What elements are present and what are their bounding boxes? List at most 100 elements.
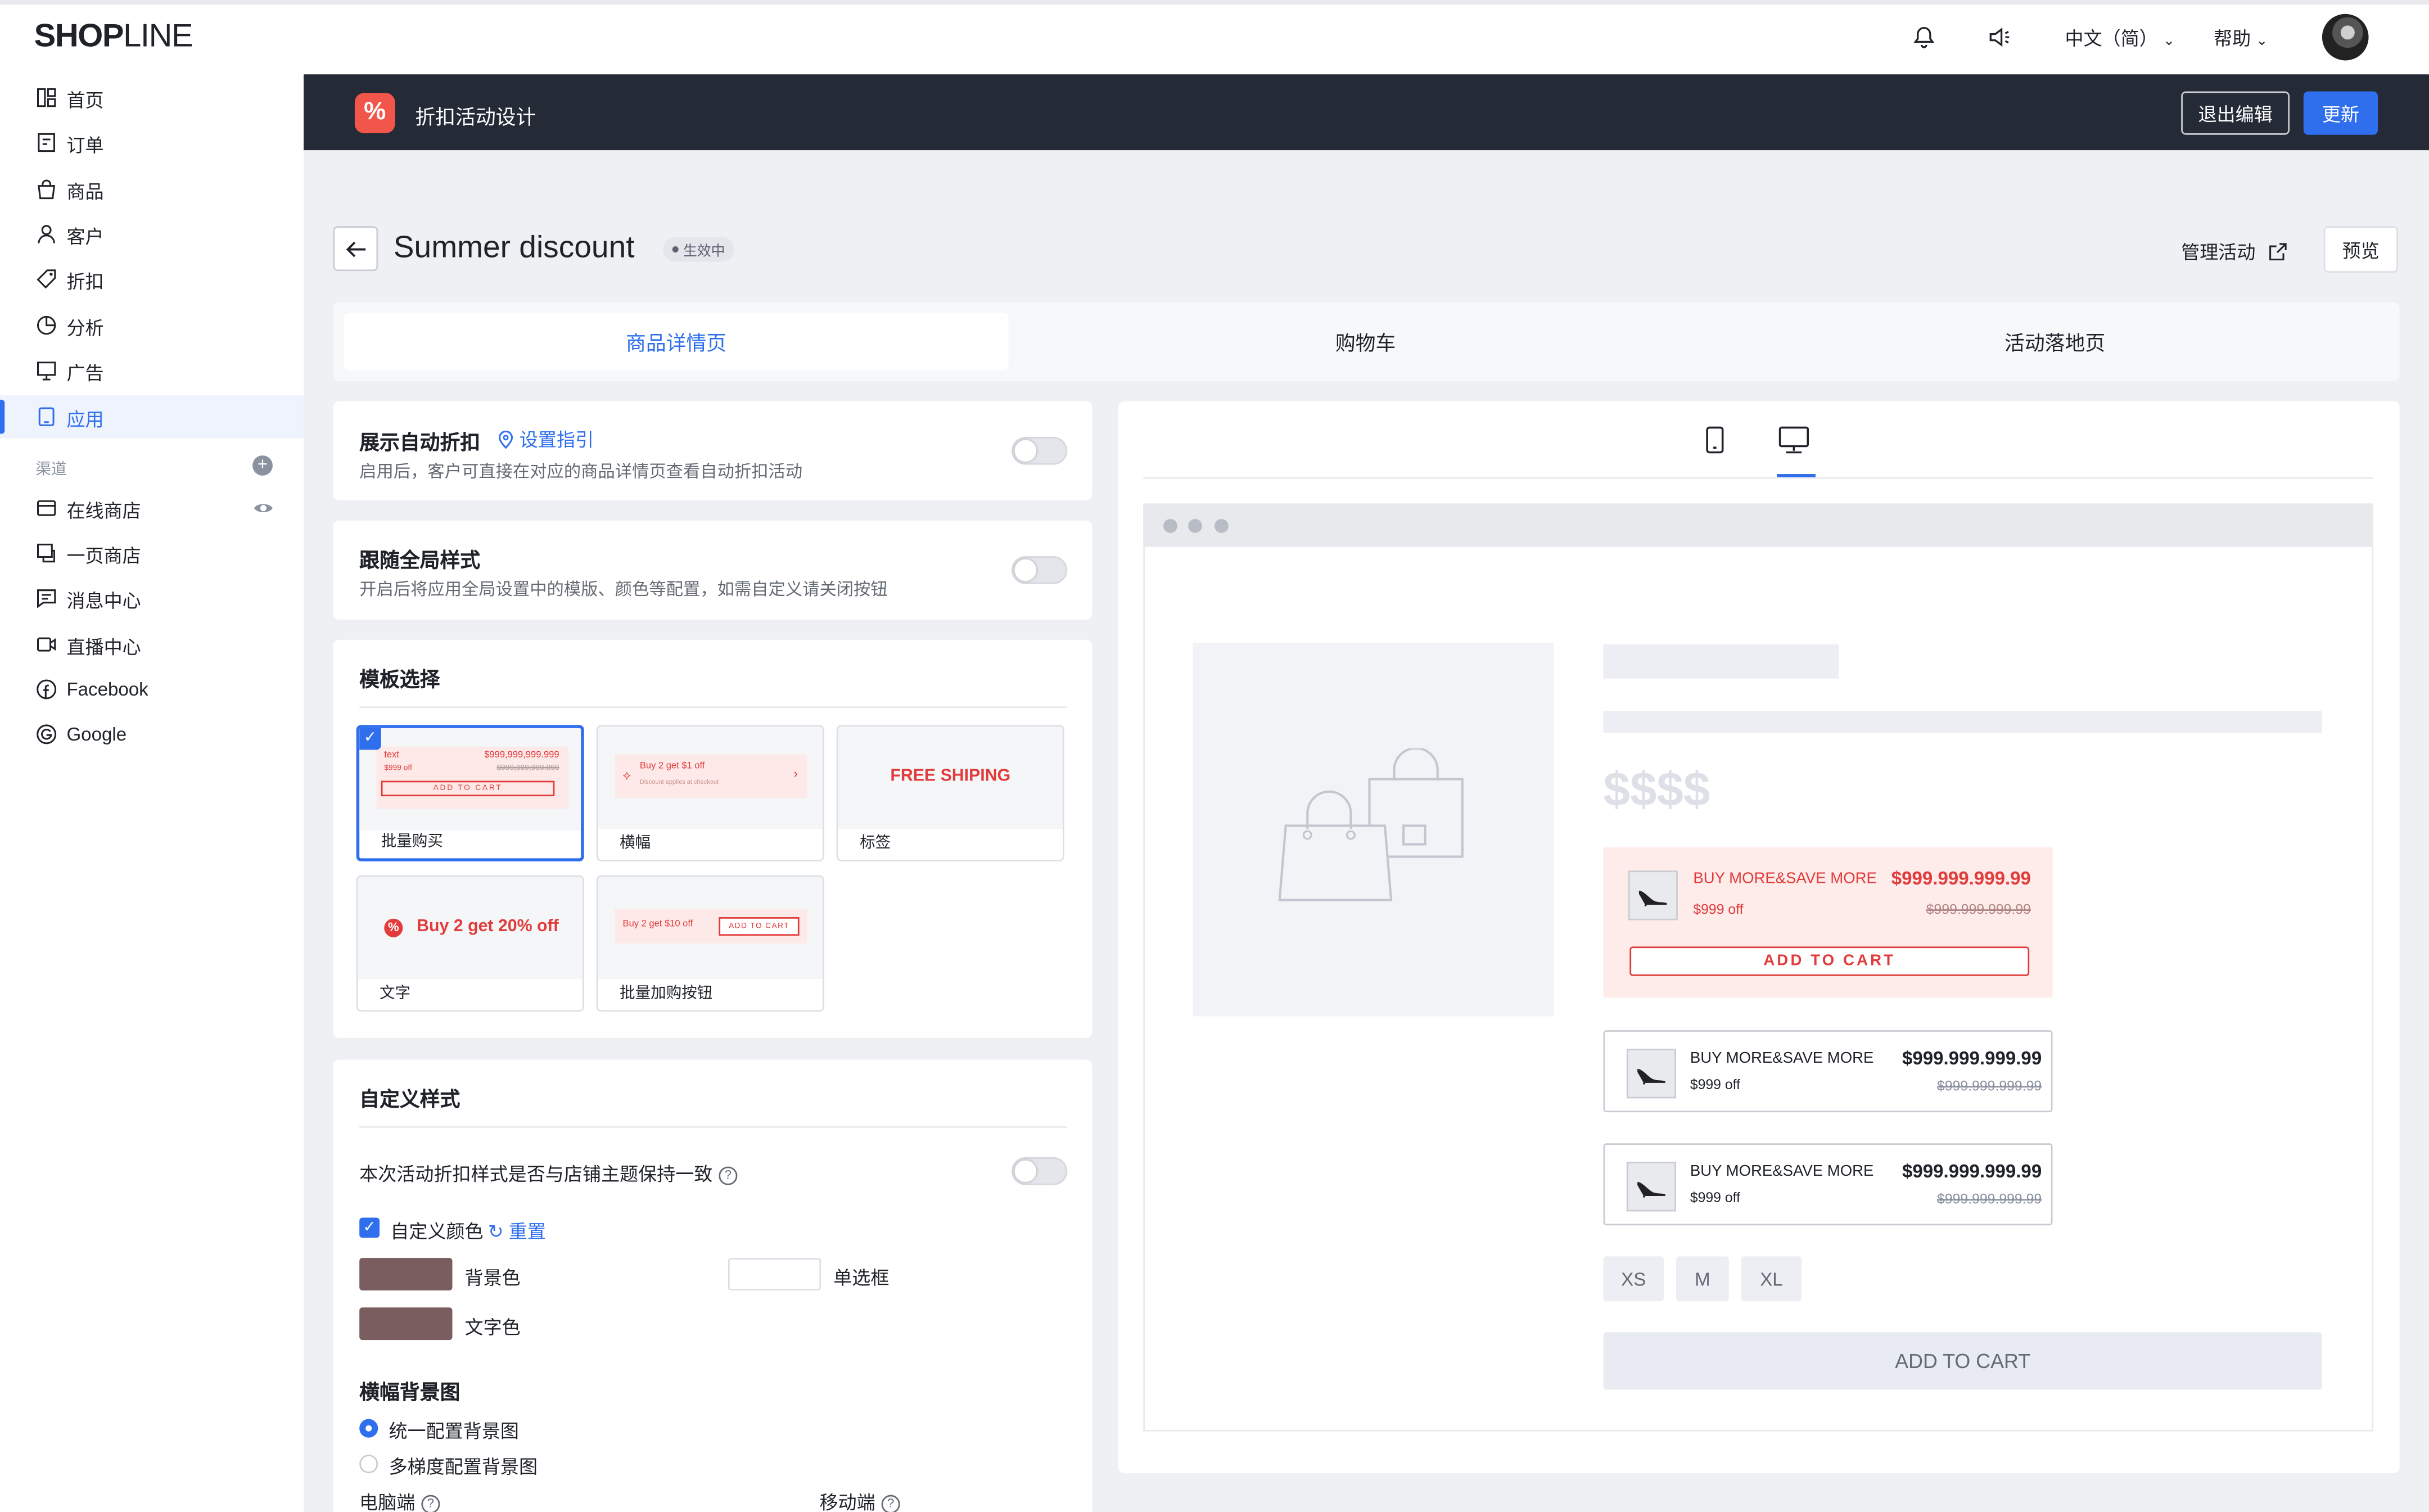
mini-chevron-right-icon: › <box>793 766 798 781</box>
theme-consistency-toggle[interactable] <box>1012 1157 1068 1185</box>
custom-style-card: 自定义样式 本次活动折扣样式是否与店铺主题保持一致? ✓ 自定义颜色 ↻ 重置 … <box>333 1059 1092 1512</box>
sidebar-item-one-page-store[interactable]: 一页商店 <box>0 531 304 575</box>
checkmark-icon: ✓ <box>359 728 381 750</box>
highlight-offer[interactable]: BUY MORE&SAVE MORE $999.999.999.99 $999 … <box>1603 847 2053 998</box>
offer-add-to-cart-button[interactable]: ADD TO CART <box>1629 946 2030 976</box>
refresh-icon: ↻ <box>487 1221 504 1243</box>
sidebar-item-live-center[interactable]: 直播中心 <box>0 623 304 666</box>
auto-discount-toggle[interactable] <box>1012 436 1068 465</box>
sidebar-item-label: 客户 <box>66 226 104 248</box>
sidebar-item-ads[interactable]: 广告 <box>0 349 304 392</box>
mini-offer-price: $999,999,999.999 <box>484 751 559 761</box>
sidebar-item-customers[interactable]: 客户 <box>0 212 304 255</box>
sidebar-item-analytics[interactable]: 分析 <box>0 304 304 347</box>
size-option-xs[interactable]: XS <box>1603 1256 1664 1302</box>
sidebar-item-message-center[interactable]: 消息中心 <box>0 576 304 620</box>
template-preview: ⟡ Buy 2 get $1 off Discount applies at c… <box>598 726 823 829</box>
template-preview: Buy 2 get $10 off ADD TO CART <box>598 877 823 980</box>
tab-product-detail[interactable]: 商品详情页 <box>344 313 1009 371</box>
desktop-view-icon[interactable] <box>1777 425 1811 463</box>
background-color-swatch[interactable] <box>359 1258 453 1290</box>
announcement-icon[interactable] <box>1984 22 2015 53</box>
offer-original-price: $999.999.999.99 <box>1937 1078 2042 1094</box>
sidebar-item-label: 商品 <box>66 181 104 203</box>
mobile-view-icon[interactable] <box>1701 425 1729 463</box>
size-option-m[interactable]: M <box>1676 1256 1729 1302</box>
exit-edit-button[interactable]: 退出编辑 <box>2181 91 2290 135</box>
external-link-icon <box>2270 243 2287 260</box>
add-channel-icon[interactable]: + <box>252 455 273 476</box>
global-style-toggle[interactable] <box>1012 556 1068 584</box>
sidebar-item-google[interactable]: Google <box>0 712 304 756</box>
bell-icon[interactable] <box>1908 22 1939 53</box>
avatar[interactable] <box>2322 13 2369 61</box>
sidebar-item-label: 在线商店 <box>66 500 141 522</box>
text-color-swatch[interactable] <box>359 1307 453 1341</box>
sidebar-item-facebook[interactable]: Facebook <box>0 667 304 711</box>
custom-color-checkbox[interactable]: ✓ <box>359 1217 380 1238</box>
sidebar-item-apps[interactable]: 应用 <box>0 395 304 439</box>
store-icon <box>37 500 56 516</box>
add-to-cart-button[interactable]: ADD TO CART <box>1603 1332 2322 1390</box>
shopline-logo[interactable]: SHOPLINE <box>34 19 193 56</box>
sidebar-item-online-store[interactable]: 在线商店 <box>0 486 304 530</box>
offer-option[interactable]: BUY MORE&SAVE MORE $999 off $999.999.999… <box>1603 1030 2053 1113</box>
sidebar: 首页 订单 商品 客户 折扣 分析 广告 应用 渠道 + 在线商店 一页商店 消… <box>0 74 304 1512</box>
setup-guide-link[interactable]: 设置指引 <box>497 426 594 453</box>
sidebar-item-label: 应用 <box>66 409 104 431</box>
browser-toolbar <box>1143 503 2373 547</box>
language-select[interactable]: 中文（简） ⌄ <box>2065 25 2175 51</box>
custom-color-label: 自定义颜色 <box>390 1221 484 1243</box>
size-option-xl[interactable]: XL <box>1741 1256 1802 1302</box>
preview-button[interactable]: 预览 <box>2323 226 2398 273</box>
template-bulk-purchase[interactable]: text $999,999,999.999 $999 off $999,999,… <box>356 725 584 861</box>
sidebar-item-label: 直播中心 <box>66 637 141 658</box>
template-preview: % Buy 2 get 20% off <box>358 877 583 980</box>
mini-text-offer: Buy 2 get 20% off <box>417 917 559 936</box>
background-color-label: 背景色 <box>464 1267 521 1289</box>
eye-icon[interactable] <box>252 499 274 517</box>
dashboard-icon <box>37 88 56 107</box>
help-icon[interactable]: ? <box>881 1495 900 1512</box>
help-menu[interactable]: 帮助 ⌄ <box>2214 25 2268 51</box>
channels-section-label: 渠道 <box>35 462 67 479</box>
desktop-label: 电脑端? <box>359 1489 440 1512</box>
template-label[interactable]: FREE SHIPING 标签 <box>836 725 1064 861</box>
back-button[interactable] <box>333 226 378 272</box>
template-name: 横幅 <box>620 834 651 852</box>
manage-activity-link[interactable]: 管理活动 <box>2181 238 2288 265</box>
page-title: Summer discount <box>393 231 635 265</box>
offer-title: BUY MORE&SAVE MORE <box>1690 1163 1874 1181</box>
tab-landing-page[interactable]: 活动落地页 <box>1723 313 2387 371</box>
tab-cart[interactable]: 购物车 <box>1033 313 1698 371</box>
tiered-bg-radio[interactable] <box>359 1455 378 1474</box>
sidebar-item-label: 一页商店 <box>66 545 141 567</box>
offer-option[interactable]: BUY MORE&SAVE MORE $999 off $999.999.999… <box>1603 1143 2053 1226</box>
template-bulk-add-button[interactable]: Buy 2 get $10 off ADD TO CART 批量加购按钮 <box>596 875 824 1012</box>
mini-offer-strike: $999,999,999.999 <box>496 764 559 773</box>
sidebar-item-discounts[interactable]: 折扣 <box>0 257 304 300</box>
template-banner[interactable]: ⟡ Buy 2 get $1 off Discount applies at c… <box>596 725 824 861</box>
live-icon <box>37 637 56 652</box>
uniform-bg-radio[interactable] <box>359 1419 378 1438</box>
shoe-thumbnail <box>1628 870 1678 920</box>
offer-discount: $999 off <box>1693 901 1744 918</box>
radio-box-color-input[interactable] <box>728 1258 821 1290</box>
reset-link[interactable]: ↻ 重置 <box>488 1218 546 1244</box>
update-button[interactable]: 更新 <box>2303 91 2378 135</box>
mini-offer-box: text $999,999,999.999 $999 off $999,999,… <box>376 746 569 809</box>
shoe-thumbnail <box>1626 1162 1677 1212</box>
help-icon[interactable]: ? <box>421 1495 440 1512</box>
editor-header <box>304 74 2429 151</box>
template-name: 文字 <box>380 985 411 1003</box>
sidebar-item-products[interactable]: 商品 <box>0 168 304 211</box>
divider <box>1143 477 2373 479</box>
sidebar-item-home[interactable]: 首页 <box>0 76 304 119</box>
bag-icon <box>38 179 56 200</box>
text-color-label: 文字色 <box>464 1316 521 1339</box>
help-icon[interactable]: ? <box>719 1166 738 1185</box>
template-text[interactable]: % Buy 2 get 20% off 文字 <box>356 875 584 1012</box>
mini-add-to-cart: ADD TO CART <box>381 780 555 797</box>
sidebar-item-orders[interactable]: 订单 <box>0 121 304 164</box>
uniform-bg-label: 统一配置背景图 <box>389 1420 520 1442</box>
